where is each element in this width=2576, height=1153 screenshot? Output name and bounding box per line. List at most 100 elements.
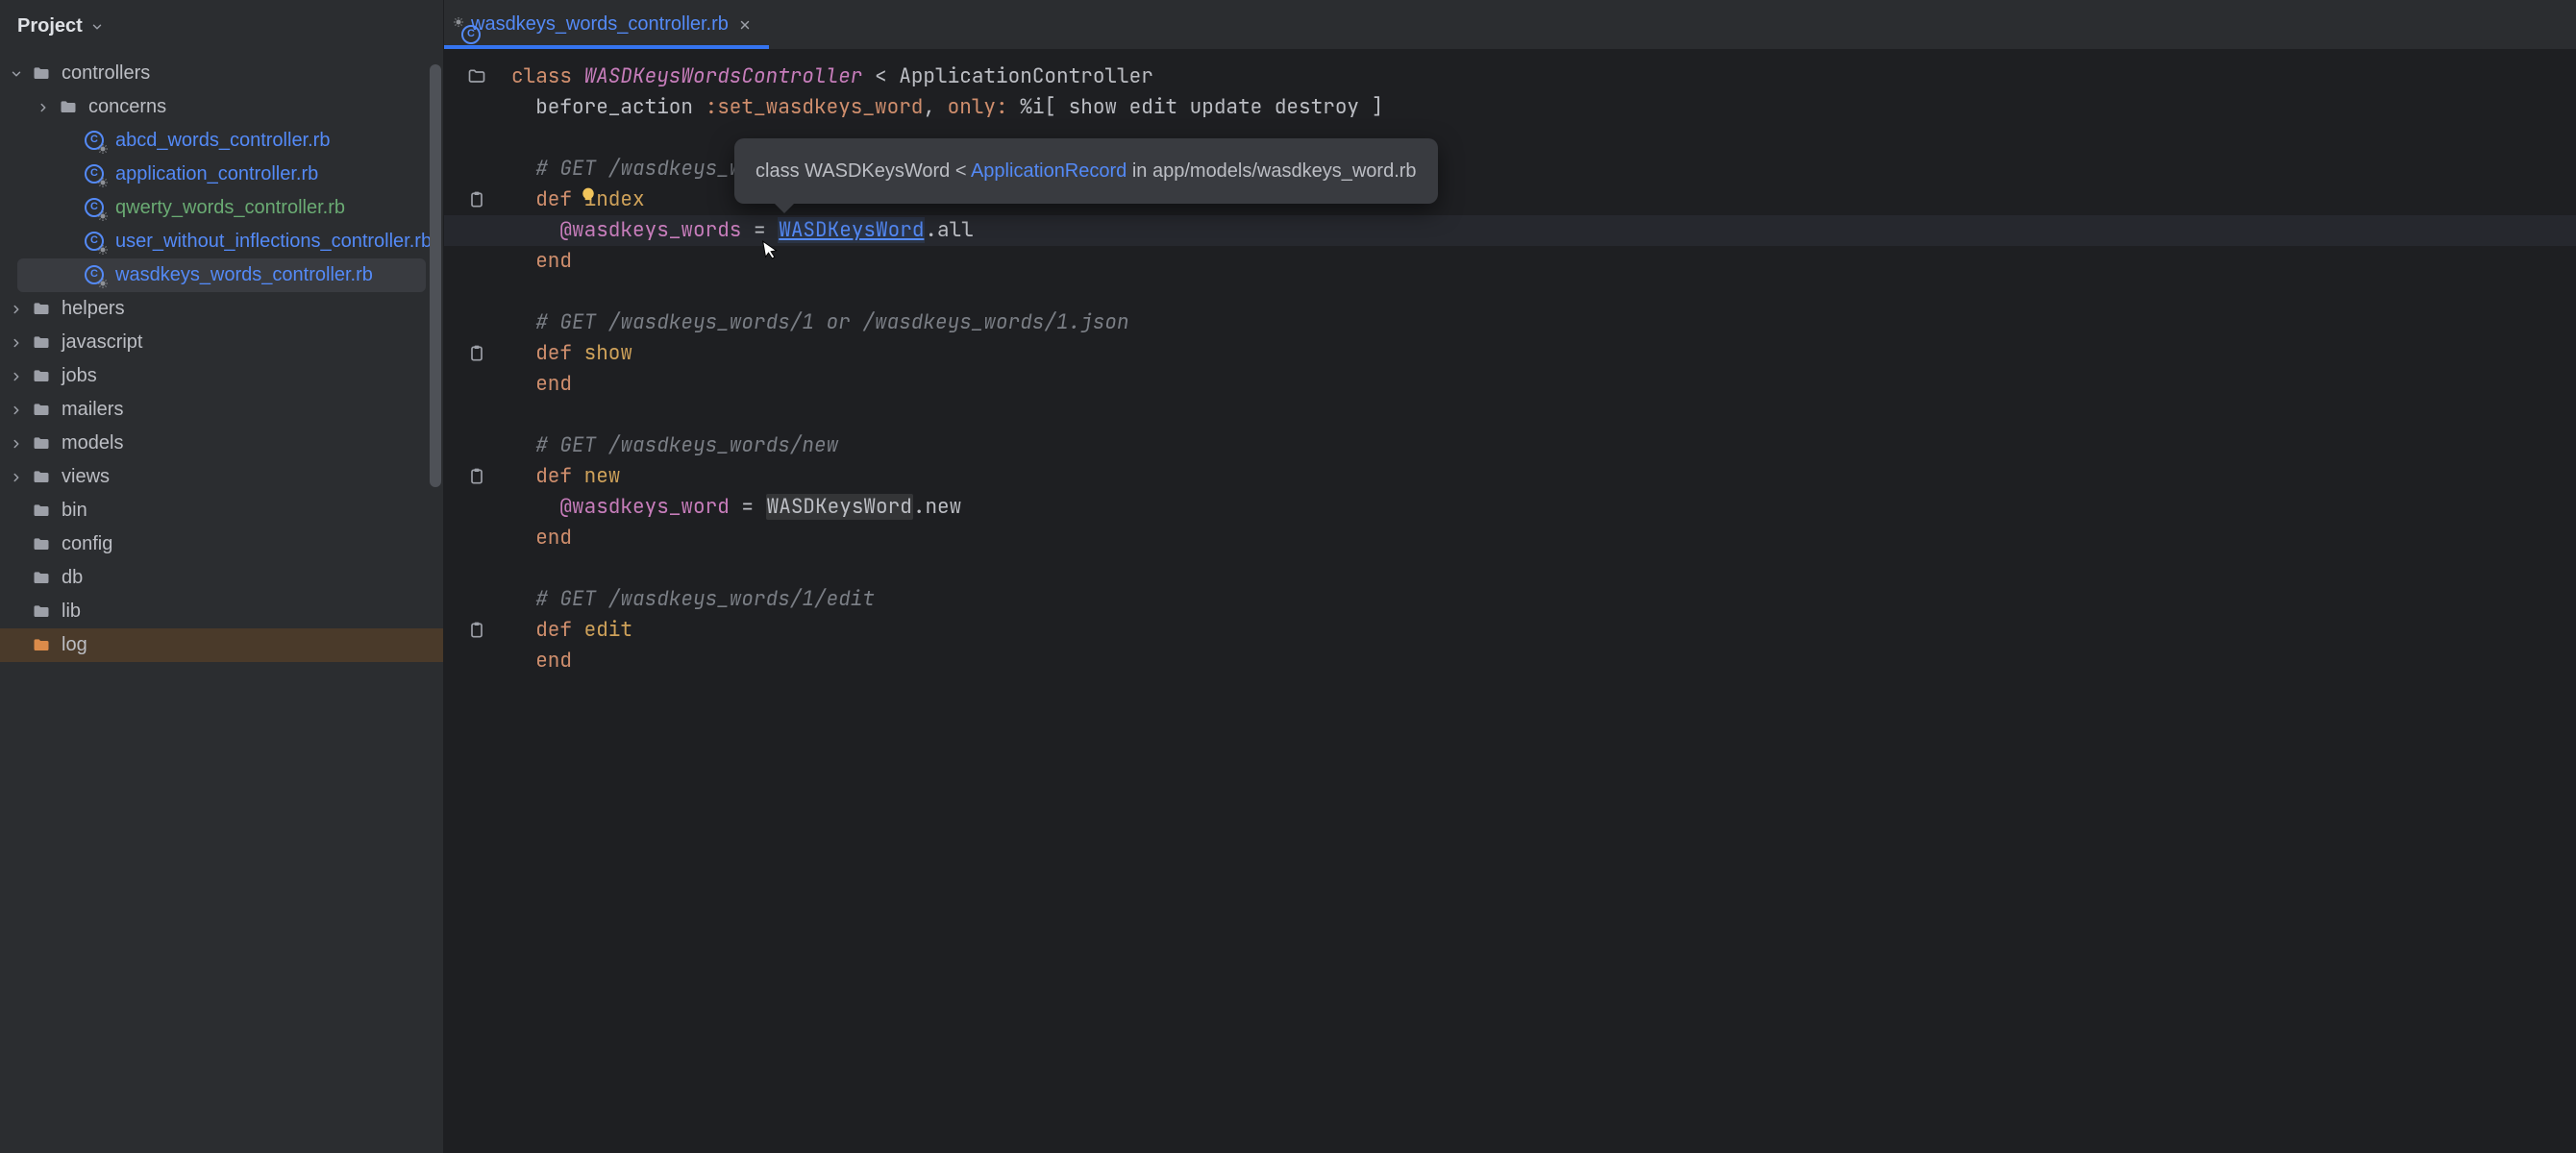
tree-folder[interactable]: models — [0, 427, 443, 460]
tree-item-label: qwerty_words_controller.rb — [111, 197, 345, 219]
tree-item-label: config — [58, 533, 112, 555]
code-line: end — [511, 246, 2576, 277]
code-line: class WASDKeysWordsController < Applicat… — [511, 61, 2576, 92]
project-panel: Project controllers concerns Cabcd_words_c… — [0, 0, 444, 1153]
folder-icon — [31, 568, 52, 589]
tree-item-label: wasdkeys_words_controller.rb — [111, 264, 373, 286]
tree-twisty-icon[interactable] — [8, 435, 25, 453]
folder-icon — [31, 635, 52, 656]
ruby-file-icon: C — [85, 265, 106, 286]
code-line: def show — [511, 338, 2576, 369]
chevron-down-icon — [90, 20, 104, 34]
editor-area: C wasdkeys_words_controller.rb class WAS… — [444, 0, 2576, 1153]
tree-item-label: controllers — [58, 62, 150, 85]
tree-item-label: user_without_inflections_controller.rb — [111, 231, 432, 253]
code-line: # GET /wasdkeys_words/new — [511, 430, 2576, 461]
ruby-file-icon: C — [85, 232, 106, 253]
gutter-folder-icon[interactable] — [465, 65, 488, 88]
tree-file[interactable]: Cabcd_words_controller.rb — [0, 124, 443, 158]
tree-folder[interactable]: controllers — [0, 57, 443, 90]
tree-item-label: concerns — [85, 96, 166, 118]
gutter-paste-icon[interactable] — [465, 619, 488, 642]
tree-folder[interactable]: helpers — [0, 292, 443, 326]
close-icon[interactable] — [738, 18, 752, 32]
editor-tab[interactable]: C wasdkeys_words_controller.rb — [444, 0, 769, 49]
tree-file[interactable]: Capplication_controller.rb — [0, 158, 443, 191]
tree-twisty-icon[interactable] — [35, 99, 52, 116]
tree-twisty-icon[interactable] — [8, 469, 25, 486]
ruby-file-icon: C — [85, 164, 106, 185]
tree-file[interactable]: Cwasdkeys_words_controller.rb — [17, 258, 426, 292]
hovered-constant[interactable]: WASDKeysWord — [778, 217, 925, 243]
code-line: before_action :set_wasdkeys_word, only: … — [511, 92, 2576, 123]
tree-twisty-icon[interactable] — [8, 334, 25, 352]
code-editor[interactable]: class WASDKeysWordsController < Applicat… — [444, 50, 2576, 1153]
ruby-file-icon: C — [85, 198, 106, 219]
quickdoc-link[interactable]: ApplicationRecord — [971, 160, 1127, 182]
gutter-paste-icon[interactable] — [465, 188, 488, 211]
tree-folder[interactable]: concerns — [0, 90, 443, 124]
editor-tab-bar: C wasdkeys_words_controller.rb — [444, 0, 2576, 50]
tree-item-label: log — [58, 634, 87, 656]
tree-item-label: application_controller.rb — [111, 163, 318, 185]
project-panel-header[interactable]: Project — [0, 0, 443, 51]
code-line — [511, 553, 2576, 584]
project-panel-title: Project — [17, 15, 83, 37]
tree-file[interactable]: Cuser_without_inflections_controller.rb — [0, 225, 443, 258]
tree-twisty-icon[interactable] — [8, 65, 25, 83]
tree-item-label: db — [58, 567, 83, 589]
quick-documentation-popup[interactable]: class WASDKeysWord < ApplicationRecord i… — [734, 138, 1438, 204]
code-content[interactable]: class WASDKeysWordsController < Applicat… — [511, 50, 2576, 1153]
folder-icon — [31, 534, 52, 555]
gutter-paste-icon[interactable] — [465, 342, 488, 365]
quickdoc-text: class WASDKeysWord < ApplicationRecord i… — [755, 160, 1417, 182]
code-line: end — [511, 646, 2576, 676]
tree-folder[interactable]: log — [0, 628, 443, 662]
tree-twisty-icon[interactable] — [8, 301, 25, 318]
tree-item-label: abcd_words_controller.rb — [111, 130, 330, 152]
tree-item-label: views — [58, 466, 110, 488]
tree-item-label: bin — [58, 500, 87, 522]
gutter-paste-icon[interactable] — [465, 465, 488, 488]
tree-twisty-icon[interactable] — [8, 402, 25, 419]
folder-icon — [31, 332, 52, 354]
code-line: # GET /wasdkeys_words/1/edit — [511, 584, 2576, 615]
tree-file[interactable]: Cqwerty_words_controller.rb — [0, 191, 443, 225]
tree-item-label: jobs — [58, 365, 97, 387]
tree-folder[interactable]: views — [0, 460, 443, 494]
code-line: @wasdkeys_word = WASDKeysWord.new — [511, 492, 2576, 523]
tree-item-label: models — [58, 432, 123, 454]
tree-folder[interactable]: db — [0, 561, 443, 595]
tree-folder[interactable]: javascript — [0, 326, 443, 359]
editor-tab-label: wasdkeys_words_controller.rb — [471, 13, 729, 36]
folder-icon — [31, 601, 52, 623]
folder-icon — [58, 97, 79, 118]
code-line: def new — [511, 461, 2576, 492]
tree-folder[interactable]: jobs — [0, 359, 443, 393]
scrollbar-thumb[interactable] — [430, 64, 441, 487]
code-line: @wasdkeys_words = WASDKeysWord.all — [511, 215, 2576, 246]
tree-twisty-icon[interactable] — [8, 368, 25, 385]
tree-folder[interactable]: bin — [0, 494, 443, 527]
code-line: end — [511, 369, 2576, 400]
folder-icon — [31, 501, 52, 522]
tree-item-label: lib — [58, 601, 81, 623]
folder-icon — [31, 299, 52, 320]
folder-icon — [31, 366, 52, 387]
tree-folder[interactable]: lib — [0, 595, 443, 628]
tree-folder[interactable]: config — [0, 527, 443, 561]
tree-folder[interactable]: mailers — [0, 393, 443, 427]
mouse-cursor-icon — [757, 236, 782, 264]
intention-bulb-icon[interactable] — [579, 186, 598, 206]
code-line — [511, 277, 2576, 307]
ruby-file-icon: C — [85, 131, 106, 152]
tree-item-label: helpers — [58, 298, 125, 320]
tree-item-label: javascript — [58, 331, 142, 354]
folder-icon — [31, 400, 52, 421]
folder-icon — [31, 63, 52, 85]
project-tree[interactable]: controllers concerns Cabcd_words_controlle… — [0, 51, 443, 1153]
folder-icon — [31, 433, 52, 454]
tree-item-label: mailers — [58, 399, 123, 421]
code-line: end — [511, 523, 2576, 553]
code-line — [511, 400, 2576, 430]
